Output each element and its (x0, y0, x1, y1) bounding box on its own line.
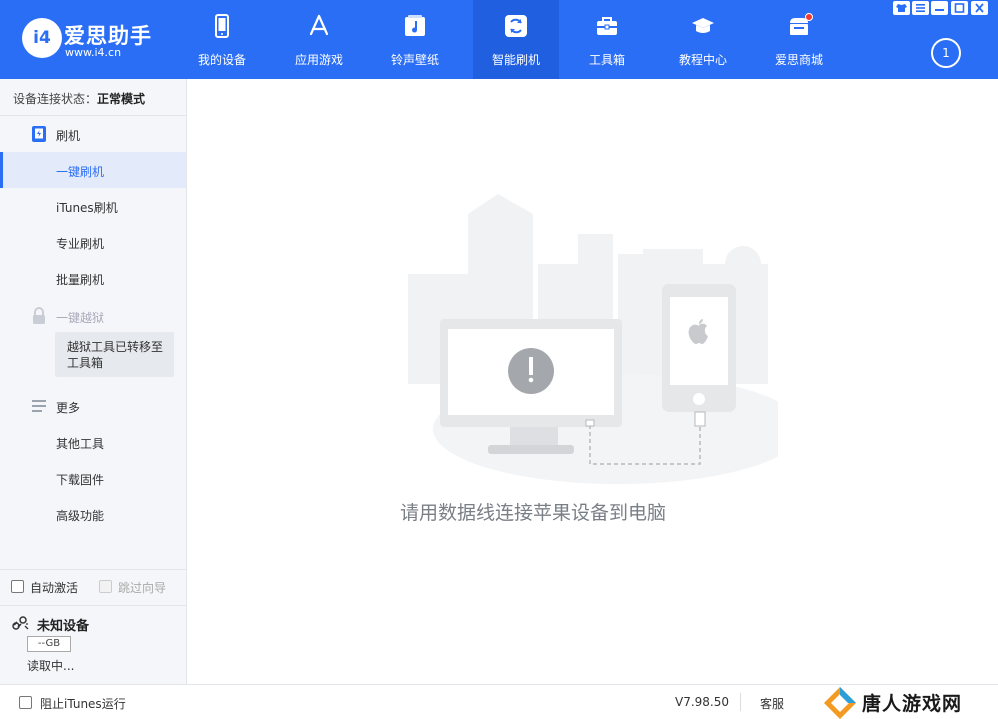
graduation-cap-icon (692, 18, 714, 33)
nav-label: 教程中心 (678, 53, 727, 67)
download-counter[interactable]: 1 (931, 38, 961, 68)
close-button[interactable] (971, 1, 988, 15)
connection-status: 设备连接状态：正常模式 (0, 79, 186, 116)
app-logo: i4 爱思助手 www.i4.cn (22, 18, 162, 62)
device-info: 未知设备 --GB 读取中... (0, 605, 186, 684)
toolbox-icon (597, 17, 617, 35)
lock-icon (33, 307, 45, 324)
watermark-logo-icon (824, 687, 856, 719)
block-itunes-checkbox[interactable] (19, 696, 32, 709)
watermark-text: 唐人游戏网 (862, 693, 963, 715)
nav-tutorials[interactable]: 教程中心 (660, 0, 746, 79)
support-link[interactable]: 客服 (760, 695, 784, 712)
disconnected-link-icon (12, 616, 29, 630)
skip-guide-label: 跳过向导 (118, 581, 167, 595)
sidebar-item-label: 其他工具 (56, 437, 105, 451)
sidebar-item-label: 高级功能 (56, 509, 105, 523)
connection-label: 设备连接状态： (13, 92, 98, 106)
iphone-icon (662, 284, 736, 412)
music-icon (405, 15, 425, 36)
app-store-icon (309, 14, 329, 36)
auto-activate-checkbox[interactable] (11, 580, 24, 593)
main-content: 请用数据线连接苹果设备到电脑 (188, 79, 998, 684)
nav-label: 铃声壁纸 (390, 53, 439, 67)
sidebar-item-one-click-flash[interactable]: 一键刷机 (0, 152, 186, 188)
nav-toolbox[interactable]: 工具箱 (564, 0, 650, 79)
section-more[interactable]: 更多 (0, 388, 186, 424)
sidebar-item-label: 批量刷机 (56, 273, 105, 287)
nav-apps-games[interactable]: 应用游戏 (276, 0, 362, 79)
version-label: V7.98.50 (675, 695, 730, 709)
notification-dot (805, 13, 813, 21)
nav-label: 我的设备 (197, 53, 246, 67)
nav-my-device[interactable]: 我的设备 (179, 0, 265, 79)
section-label: 更多 (56, 401, 81, 415)
sidebar-item-label: iTunes刷机 (56, 201, 118, 215)
watermark: 唐人游戏网 (820, 685, 998, 719)
section-label: 刷机 (56, 129, 81, 143)
sidebar-item-batch-flash[interactable]: 批量刷机 (0, 260, 186, 296)
device-storage: --GB (27, 636, 71, 652)
status-bar: 阻止iTunes运行 V7.98.50 客服 唐人游戏网 (0, 684, 998, 719)
nav-smart-flash[interactable]: 智能刷机 (473, 0, 559, 79)
nav-label: 爱思商城 (774, 53, 823, 67)
maximize-icon (954, 3, 965, 13)
nav-label: 智能刷机 (491, 53, 540, 67)
sidebar-item-other-tools[interactable]: 其他工具 (0, 424, 186, 460)
nav-label: 应用游戏 (294, 53, 343, 67)
section-flash[interactable]: 刷机 (0, 116, 186, 152)
nav-label: 工具箱 (588, 53, 625, 67)
maximize-button[interactable] (951, 1, 968, 15)
section-label: 一键越狱 (56, 311, 105, 325)
flash-options: 自动激活 跳过向导 (0, 569, 186, 605)
minimize-button[interactable] (931, 1, 948, 15)
connect-device-illustration (408, 194, 778, 484)
block-itunes-label: 阻止iTunes运行 (40, 697, 126, 711)
connection-value: 正常模式 (97, 92, 146, 106)
sidebar-item-pro-flash[interactable]: 专业刷机 (0, 224, 186, 260)
skip-guide-checkbox (99, 580, 112, 593)
nav-ringtones-wallpapers[interactable]: 铃声壁纸 (372, 0, 458, 79)
skin-button[interactable] (893, 1, 910, 15)
sidebar-item-advanced[interactable]: 高级功能 (0, 496, 186, 532)
logo-badge: i4 (22, 18, 62, 58)
sidebar-item-label: 一键刷机 (56, 165, 105, 179)
shirt-icon (896, 4, 907, 12)
sidebar: 设备连接状态：正常模式 刷机 一键刷机 iTunes刷机 专业刷机 批量刷机 一… (0, 79, 187, 684)
connect-hint: 请用数据线连接苹果设备到电脑 (399, 502, 666, 524)
phone-flash-icon (32, 126, 46, 142)
divider (740, 693, 741, 711)
sidebar-item-itunes-flash[interactable]: iTunes刷机 (0, 188, 186, 224)
menu-icon (916, 4, 925, 12)
sidebar-item-label: 下载固件 (56, 473, 105, 487)
app-url: www.i4.cn (65, 46, 122, 59)
nav-store[interactable]: 爱思商城 (756, 0, 842, 79)
settings-button[interactable] (912, 1, 929, 15)
refresh-icon (505, 15, 527, 37)
device-status: 读取中... (27, 659, 75, 673)
minimize-icon (935, 9, 944, 11)
section-jailbreak: 一键越狱 (0, 298, 186, 334)
sidebar-item-download-firmware[interactable]: 下载固件 (0, 460, 186, 496)
sidebar-item-label: 专业刷机 (56, 237, 105, 251)
top-bar: i4 爱思助手 www.i4.cn 我的设备 应用游戏 铃声壁纸 智能刷机 工具… (0, 0, 998, 79)
close-icon (975, 3, 984, 13)
jailbreak-notice: 越狱工具已转移至工具箱 (55, 332, 174, 377)
auto-activate-label: 自动激活 (30, 581, 79, 595)
phone-icon (215, 14, 229, 38)
list-icon (32, 400, 46, 412)
device-name: 未知设备 (37, 619, 90, 634)
